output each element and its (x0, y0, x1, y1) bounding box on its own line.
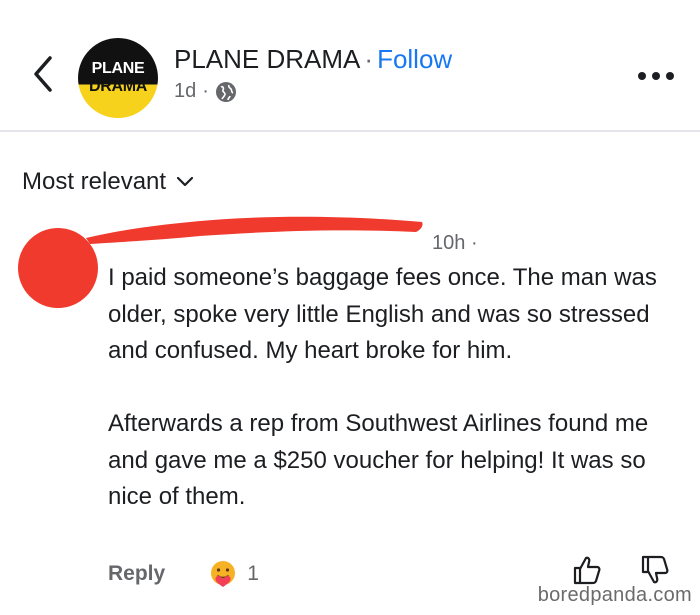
like-button[interactable] (572, 554, 602, 586)
reaction-count: 1 (247, 562, 259, 585)
care-reaction-icon (211, 561, 236, 587)
post-header: PLANE DRAMA PLANE DRAMA · Follow 1d · (0, 0, 700, 132)
thumbs-down-icon (641, 555, 669, 584)
comment-paragraph: Afterwards a rep from Southwest Airlines… (108, 410, 649, 510)
dislike-button[interactable] (640, 554, 670, 586)
page-name[interactable]: PLANE DRAMA (174, 44, 360, 74)
meta-separator: · (202, 80, 209, 102)
globe-icon (215, 81, 236, 102)
watermark: boredpanda.com (537, 584, 692, 606)
comment-time-row: 10h · (432, 232, 478, 255)
comment-actions: Reply 1 (108, 558, 259, 590)
page-title-row: PLANE DRAMA · Follow (174, 44, 452, 75)
more-options-button[interactable] (634, 64, 678, 88)
page-avatar[interactable]: PLANE DRAMA (78, 38, 158, 118)
thumbs-up-icon (573, 556, 601, 585)
commenter-name-redaction (86, 216, 423, 244)
comment-body: I paid someone’s baggage fees once. The … (108, 260, 688, 516)
reaction-summary[interactable]: 1 (207, 558, 259, 590)
avatar-logo-line2: DRAMA (88, 78, 148, 95)
comment-time[interactable]: 10h (432, 232, 465, 254)
post-meta: 1d · (174, 80, 237, 103)
title-separator: · (364, 44, 374, 74)
follow-button[interactable]: Follow (377, 44, 452, 74)
comment-time-separator: · (470, 232, 478, 254)
chevron-down-icon (176, 176, 194, 187)
avatar-logo-line1: PLANE (91, 60, 145, 77)
comment-sort-dropdown[interactable]: Most relevant (22, 168, 194, 196)
more-dots-icon (638, 72, 674, 80)
reply-button[interactable]: Reply (108, 562, 165, 586)
sort-label: Most relevant (22, 168, 167, 195)
post-time[interactable]: 1d (174, 80, 196, 103)
comment-paragraph: I paid someone’s baggage fees once. The … (108, 264, 657, 364)
back-button[interactable] (26, 52, 60, 96)
back-chevron-icon (34, 56, 52, 92)
